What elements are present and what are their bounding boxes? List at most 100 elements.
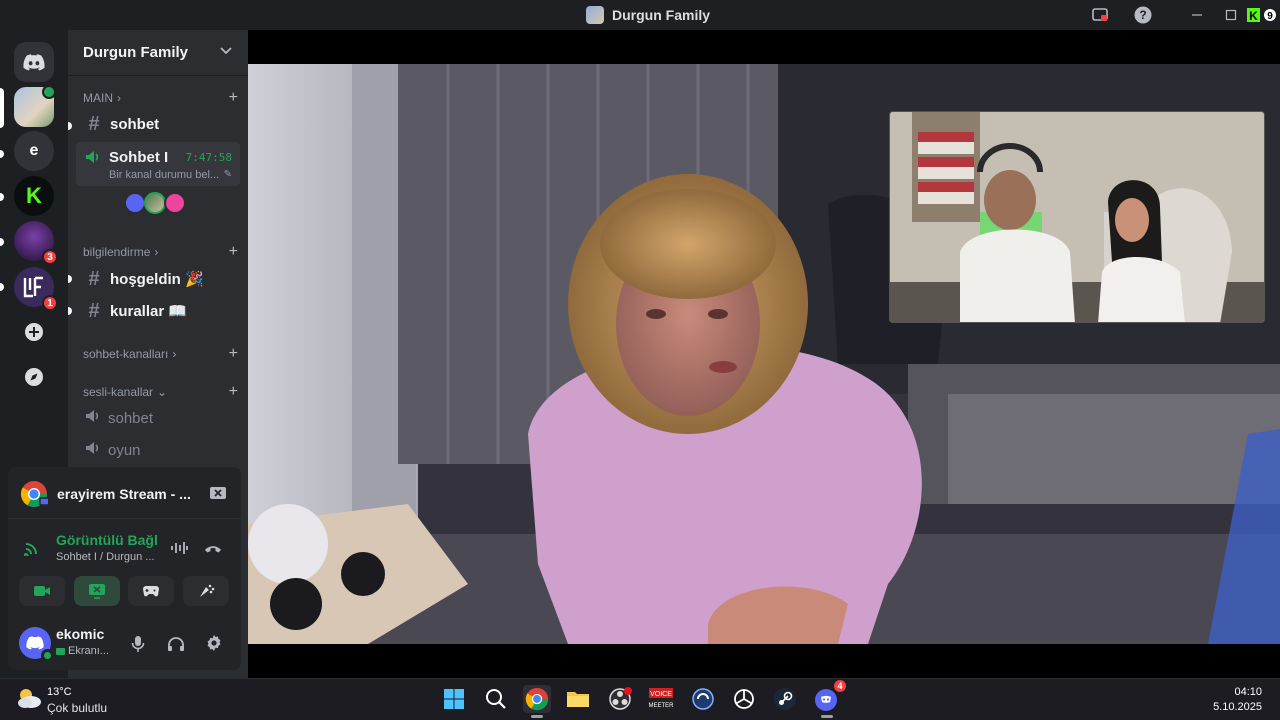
voice-participants bbox=[124, 192, 186, 214]
avatar[interactable] bbox=[124, 192, 146, 214]
avatar[interactable] bbox=[164, 192, 186, 214]
avatar[interactable] bbox=[19, 627, 54, 662]
close-icon[interactable]: K9 bbox=[1246, 5, 1278, 25]
start-icon[interactable] bbox=[440, 685, 468, 713]
noise-suppression-icon[interactable] bbox=[170, 540, 188, 561]
voice-channel-sohbet[interactable]: sohbet bbox=[76, 403, 240, 433]
connection-channel[interactable]: Sohbet I / Durgun ... bbox=[56, 551, 154, 563]
voicemeeter-icon[interactable]: VOICE MEETER bbox=[647, 685, 675, 713]
add-channel-icon[interactable]: + bbox=[229, 89, 238, 107]
server-e[interactable]: e bbox=[14, 131, 54, 171]
channel-hosgeldin[interactable]: # hoşgeldin 🎉 bbox=[76, 264, 240, 294]
unread-indicator bbox=[68, 275, 72, 283]
user-status: Ekranı... bbox=[56, 645, 109, 657]
screen-share-icon bbox=[89, 584, 105, 599]
speaker-icon bbox=[84, 439, 102, 461]
clock-time[interactable]: 04:10 bbox=[1234, 686, 1262, 698]
discord-home-icon[interactable] bbox=[14, 42, 54, 82]
minimize-icon[interactable] bbox=[1188, 5, 1206, 25]
connection-signal-icon[interactable] bbox=[23, 540, 42, 561]
chrome-taskbar-icon[interactable] bbox=[523, 685, 551, 713]
active-app-indicator bbox=[531, 715, 543, 718]
add-channel-icon[interactable]: + bbox=[229, 383, 238, 401]
svg-text:?: ? bbox=[1139, 8, 1146, 22]
chevron-down-icon: ⌄ bbox=[157, 385, 168, 399]
active-app-indicator bbox=[821, 715, 833, 718]
edit-icon[interactable]: ✎ bbox=[224, 169, 232, 180]
explore-icon[interactable] bbox=[14, 357, 54, 397]
microphone-icon[interactable] bbox=[131, 635, 145, 658]
app-icon[interactable] bbox=[689, 685, 717, 713]
file-explorer-icon[interactable] bbox=[564, 685, 592, 713]
add-channel-icon[interactable]: + bbox=[229, 243, 238, 261]
soundboard-icon bbox=[200, 584, 215, 597]
inbox-icon[interactable] bbox=[1090, 5, 1110, 25]
pip-video-feed[interactable] bbox=[889, 111, 1265, 323]
steam-icon[interactable] bbox=[771, 685, 799, 713]
gear-icon[interactable] bbox=[205, 634, 223, 657]
chatgpt-icon[interactable] bbox=[730, 685, 758, 713]
main-video-feed[interactable] bbox=[248, 64, 1280, 644]
hash-icon: # bbox=[88, 267, 100, 290]
svg-text:MEETER: MEETER bbox=[648, 703, 674, 709]
stream-activity[interactable]: erayirem Stream - ... bbox=[8, 467, 241, 519]
gamepad-icon bbox=[143, 586, 159, 597]
disconnect-icon[interactable] bbox=[204, 542, 222, 560]
user-area: ekomic Ekranı... bbox=[8, 619, 241, 670]
unread-indicator bbox=[0, 193, 4, 201]
chrome-icon bbox=[20, 480, 50, 513]
server-4[interactable]: 3 bbox=[14, 221, 58, 265]
online-status-icon bbox=[41, 649, 54, 662]
headphones-icon[interactable] bbox=[167, 636, 185, 657]
server-kick[interactable]: K bbox=[14, 176, 54, 216]
stop-stream-icon[interactable] bbox=[209, 486, 227, 507]
help-icon[interactable]: ? bbox=[1133, 5, 1153, 25]
channel-kurallar[interactable]: # kurallar 📖 bbox=[76, 296, 240, 326]
username[interactable]: ekomic bbox=[56, 626, 104, 642]
obs-icon[interactable] bbox=[606, 685, 634, 713]
voice-status: Bir kanal durumu bel... bbox=[109, 169, 220, 181]
activities-button[interactable] bbox=[128, 576, 174, 606]
unread-indicator bbox=[0, 283, 4, 291]
guild-icon bbox=[586, 6, 604, 24]
discord-taskbar-icon[interactable]: 4 bbox=[813, 679, 847, 713]
soundboard-button[interactable] bbox=[183, 576, 229, 606]
voice-channel-sohbet-i[interactable]: Sohbet I 7:47:58 Bir kanal durumu bel...… bbox=[76, 142, 240, 186]
avatar[interactable] bbox=[144, 192, 166, 214]
stage-speaker-icon bbox=[84, 148, 102, 171]
title-bar: Durgun Family ? K9 bbox=[0, 0, 1280, 30]
notification-badge: 4 bbox=[833, 679, 847, 693]
clock-date[interactable]: 5.10.2025 bbox=[1213, 701, 1262, 713]
window-title: Durgun Family bbox=[586, 6, 710, 24]
maximize-icon[interactable] bbox=[1222, 5, 1240, 25]
voice-user-panel: erayirem Stream - ... Görüntülü Bağl Soh… bbox=[8, 467, 241, 670]
channel-sohbet[interactable]: # sohbet bbox=[76, 109, 240, 139]
voice-channel-oyun[interactable]: oyun bbox=[76, 435, 240, 465]
screen-share-button[interactable] bbox=[74, 576, 120, 606]
weather-icon[interactable] bbox=[15, 686, 43, 715]
category-sesli-kanallar[interactable]: sesli-kanallar ⌄ + bbox=[83, 383, 238, 401]
unread-indicator bbox=[68, 122, 72, 130]
unread-indicator bbox=[68, 307, 72, 315]
svg-text:9: 9 bbox=[1267, 11, 1273, 22]
chevron-right-icon: › bbox=[117, 91, 121, 105]
guild-header[interactable]: Durgun Family bbox=[68, 30, 248, 76]
stream-stage[interactable] bbox=[248, 30, 1280, 678]
category-main[interactable]: MAIN › + bbox=[83, 89, 238, 107]
hash-icon: # bbox=[88, 112, 100, 135]
camera-icon bbox=[34, 586, 50, 596]
add-server-icon[interactable] bbox=[14, 312, 54, 352]
search-icon[interactable] bbox=[482, 685, 510, 713]
camera-button[interactable] bbox=[19, 576, 65, 606]
category-bilgilendirme[interactable]: bilgilendirme › + bbox=[83, 243, 238, 261]
server-durgun-family[interactable] bbox=[14, 85, 56, 127]
pip-scene bbox=[890, 112, 1264, 322]
weather-temp[interactable]: 13°C bbox=[47, 686, 72, 698]
add-channel-icon[interactable]: + bbox=[229, 345, 238, 363]
chevron-down-icon bbox=[220, 44, 232, 58]
connection-status[interactable]: Görüntülü Bağl bbox=[56, 532, 158, 548]
category-sohbet-kanallari[interactable]: sohbet-kanalları › + bbox=[83, 345, 238, 363]
speaker-icon bbox=[84, 407, 102, 429]
server-5[interactable]: 1 bbox=[14, 267, 58, 311]
weather-desc[interactable]: Çok bulutlu bbox=[47, 701, 107, 715]
